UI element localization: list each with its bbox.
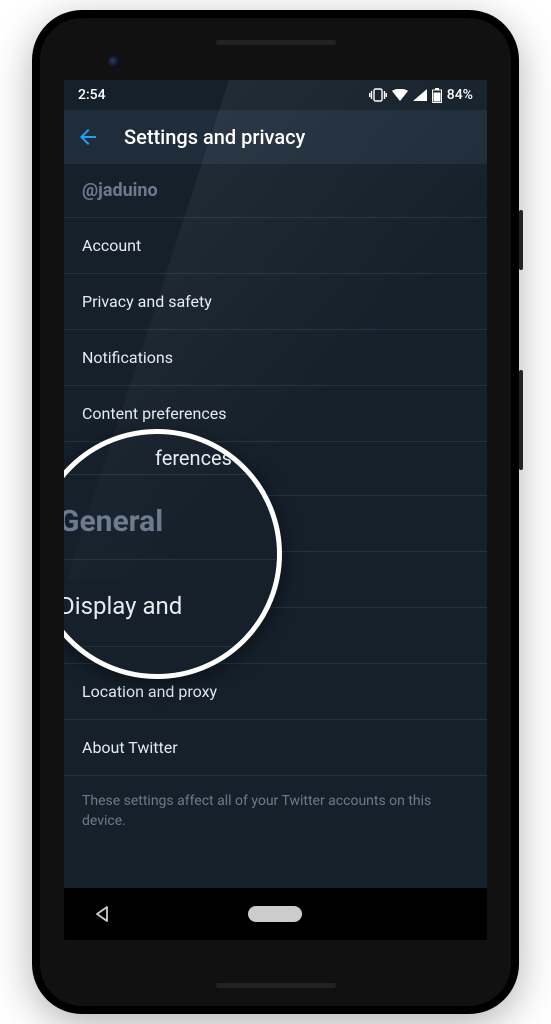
vibrate-icon <box>369 88 387 102</box>
account-handle-header: @jaduino <box>64 164 487 218</box>
speaker-bottom <box>216 983 336 988</box>
magnified-general-header: General <box>64 504 163 539</box>
status-right: 84% <box>369 87 473 103</box>
cell-signal-icon <box>413 89 427 101</box>
magnified-divider <box>64 559 277 560</box>
status-bar: 2:54 <box>64 80 487 110</box>
screen: 2:54 <box>64 80 487 940</box>
settings-item-privacy[interactable]: Privacy and safety <box>64 274 487 330</box>
nav-back-button[interactable] <box>93 905 111 923</box>
nav-home-button[interactable] <box>248 906 302 922</box>
page-title: Settings and privacy <box>124 125 305 149</box>
phone-bezel: 2:54 <box>40 18 511 1006</box>
app-bar: Settings and privacy <box>64 110 487 164</box>
footer-note: These settings affect all of your Twitte… <box>64 776 487 847</box>
phone-frame: 2:54 <box>32 10 519 1014</box>
android-nav-bar <box>64 888 487 940</box>
back-button[interactable] <box>76 125 100 149</box>
magnified-display-item: Display and <box>64 592 182 620</box>
volume-button <box>519 370 523 470</box>
speaker-top <box>216 40 336 45</box>
wifi-icon <box>392 89 408 101</box>
battery-icon <box>432 88 442 103</box>
settings-item-about[interactable]: About Twitter <box>64 720 487 776</box>
magnified-divider <box>64 646 277 647</box>
power-button <box>519 210 523 270</box>
magnifier-overlay: ferences General Display and <box>64 429 282 679</box>
front-camera <box>108 56 120 68</box>
status-time: 2:54 <box>78 87 106 103</box>
settings-item-account[interactable]: Account <box>64 218 487 274</box>
magnified-partial-text: ferences <box>155 446 232 470</box>
magnified-divider <box>64 474 277 475</box>
battery-percentage: 84% <box>447 87 473 103</box>
settings-item-notifications[interactable]: Notifications <box>64 330 487 386</box>
